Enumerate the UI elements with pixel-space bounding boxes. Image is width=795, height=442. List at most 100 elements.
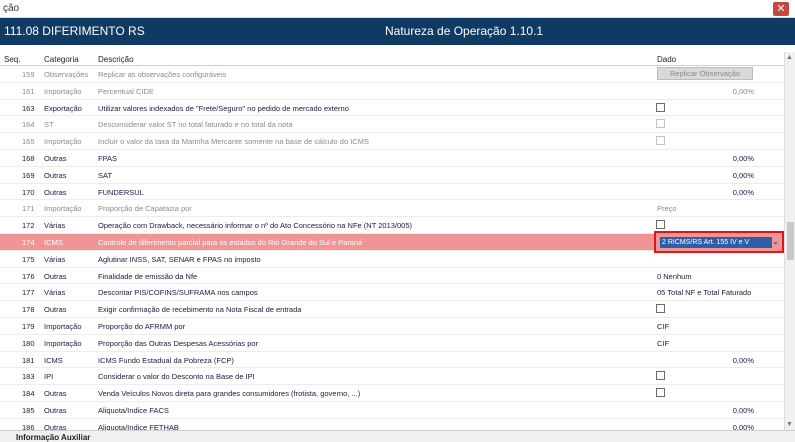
cell-categoria: Observações [44, 70, 89, 79]
cell-descricao: Utilizar valores indexados de "Frete/Seg… [98, 103, 349, 113]
col-categoria[interactable]: Categoria [44, 55, 79, 64]
cell-seq: 174 [22, 237, 35, 247]
cell-descricao: Proporção de Capatazia por [98, 204, 192, 214]
cell-categoria: Outras [44, 187, 67, 197]
app-window: ção ✕ 111.08 DIFERIMENTO RS Natureza de … [0, 0, 795, 442]
cell-dado: 0,00% [732, 355, 754, 365]
table-row[interactable]: 179 Importação Proporção do AFRMM por CIF [0, 318, 784, 335]
cell-descricao: Proporção das Outras Despesas Acessórias… [98, 338, 259, 348]
table-row[interactable]: 180 Importação Proporção das Outras Despes… [0, 335, 784, 352]
table-row[interactable]: 161 Importação Percentual CIDE 0,00% [0, 83, 784, 100]
table-row[interactable]: 178 Outras Exigir confirmação de recebimen… [0, 301, 784, 318]
cell-dado: 0,00% [732, 422, 754, 430]
table-row[interactable]: 163 Exportação Utilizar valores indexados … [0, 100, 784, 117]
col-seq[interactable]: Seq. [4, 55, 20, 64]
cell-descricao: FPAS [98, 153, 118, 163]
table-row[interactable]: 177 Várias Descontar PIS/COFINS/SUFRAMA no… [0, 284, 784, 302]
cell-descricao: Aglutinar INSS, SAT, SENAR e FPAS no imp… [98, 254, 261, 264]
diferimento-select[interactable]: 2 RICMS/RS Art. 155 IV e V [660, 236, 772, 248]
table-row[interactable]: 176 Outras Finalidade de emissão da Nfe 0 N… [0, 268, 784, 285]
table-row[interactable]: 170 Outras FUNDERSUL 0,00% [0, 184, 784, 201]
grid-rows: 159 Observações Replicar as observações co… [0, 66, 784, 430]
cell-seq: 178 [22, 305, 35, 315]
cell-seq: 177 [22, 288, 35, 298]
cell-categoria: Várias [44, 221, 66, 231]
cell-descricao: Controle de diferimento parcial para os … [98, 237, 363, 247]
cell-dado: 0,00% [732, 405, 754, 415]
table-row[interactable]: 186 Outras Aliquota/Indice FETHAB 0,00% [0, 419, 784, 430]
cell-categoria: Exportação [44, 103, 82, 113]
column-header: Seq. Categoria Descrição Dado [0, 52, 784, 66]
cell-seq: 179 [22, 321, 35, 331]
table-row[interactable]: 185 Outras Aliquota/Indice FACS 0,00% [0, 402, 784, 419]
dado-checkbox [656, 119, 665, 129]
dado-checkbox[interactable] [656, 371, 665, 381]
cell-dado: 0,00% [732, 86, 754, 96]
cell-dado: 05 Total NF e Total Faturado [657, 288, 752, 298]
cell-seq: 170 [22, 187, 35, 197]
cell-seq: 184 [22, 389, 35, 399]
cell-categoria: IPI [44, 372, 54, 382]
cell-categoria: ICMS [44, 355, 63, 365]
cell-seq: 175 [22, 254, 35, 264]
cell-categoria: Importação [44, 321, 82, 331]
close-icon[interactable]: ✕ [773, 2, 789, 16]
scroll-thumb[interactable] [787, 222, 794, 260]
cell-descricao: Replicar as observações configuráveis [98, 70, 227, 79]
table-row[interactable]: 168 Outras FPAS 0,00% [0, 150, 784, 167]
cell-categoria: Outras [44, 271, 67, 281]
cell-dado: CIF [657, 321, 670, 331]
cell-categoria: Várias [44, 288, 66, 298]
cell-descricao: Proporção do AFRMM por [98, 321, 186, 331]
table-row[interactable]: 174 ICMS Controle de diferimento parcial p… [0, 230, 784, 253]
table-row[interactable]: 184 Outras Venda Veículos Novos direta par… [0, 385, 784, 402]
replicar-observacao-button: Replicar Observação [657, 67, 753, 80]
cell-categoria: Outras [44, 153, 67, 163]
cell-descricao: ICMS Fundo Estadual da Pobreza (FCP) [98, 355, 234, 365]
cell-descricao: Venda Veículos Novos direta para grandes… [98, 389, 361, 399]
table-row[interactable]: 169 Outras SAT 0,00% [0, 167, 784, 184]
cell-seq: 163 [22, 103, 35, 113]
table-row[interactable]: 171 Importação Proporção de Capatazia por P… [0, 200, 784, 218]
cell-descricao: Percentual CIDE [98, 86, 154, 96]
cell-seq: 171 [22, 204, 35, 214]
operation-code: 111.08 DIFERIMENTO RS [4, 24, 145, 38]
dado-checkbox[interactable] [656, 388, 665, 398]
cell-categoria: ST [44, 120, 54, 130]
info-auxiliar-label: Informação Auxiliar [16, 433, 91, 442]
table-row[interactable]: 165 Importação Incluir o valor da taxa da … [0, 133, 784, 150]
cell-descricao: SAT [98, 170, 113, 180]
dado-checkbox [656, 136, 665, 146]
cell-seq: 183 [22, 372, 35, 382]
cell-categoria: Outras [44, 305, 67, 315]
cell-categoria: Importação [44, 137, 82, 147]
diferimento-combo-highlight[interactable]: 2 RICMS/RS Art. 155 IV e V ⌄ [654, 230, 784, 253]
dado-checkbox[interactable] [656, 102, 665, 112]
title-bar: ção ✕ [0, 0, 795, 18]
cell-dado: CIF [657, 338, 670, 348]
cell-categoria: ICMS [44, 237, 63, 247]
table-row[interactable]: 181 ICMS ICMS Fundo Estadual da Pobreza (F… [0, 352, 784, 369]
cell-seq: 165 [22, 137, 35, 147]
cell-dado: 0,00% [732, 170, 754, 180]
dado-checkbox[interactable] [656, 304, 665, 314]
dado-checkbox[interactable] [656, 220, 665, 230]
table-row[interactable]: 164 ST Desconsiderar valor ST no total fat… [0, 116, 784, 134]
cell-descricao: Aliquota/Indice FACS [98, 405, 169, 415]
cell-dado: Preço [657, 204, 677, 214]
scroll-down-icon[interactable]: ▼ [786, 421, 793, 428]
natureza-title: Natureza de Operação 1.10.1 [385, 24, 544, 38]
cell-categoria: Outras [44, 422, 67, 430]
chevron-down-icon[interactable]: ⌄ [772, 237, 779, 246]
table-row[interactable]: 159 Observações Replicar as observações co… [0, 66, 784, 83]
cell-categoria: Importação [44, 86, 82, 96]
col-descricao[interactable]: Descrição [98, 55, 134, 64]
cell-descricao: Finalidade de emissão da Nfe [98, 271, 198, 281]
scroll-up-icon[interactable]: ▲ [786, 54, 793, 61]
table-row[interactable]: 183 IPI Considerar o valor do Desconto na … [0, 368, 784, 386]
cell-seq: 181 [22, 355, 35, 365]
cell-descricao: Considerar o valor do Desconto na Base d… [98, 372, 255, 382]
vertical-scrollbar[interactable]: ▲ ▼ [784, 52, 795, 430]
table-row[interactable]: 175 Várias Aglutinar INSS, SAT, SENAR e FP… [0, 251, 784, 268]
col-dado[interactable]: Dado [657, 55, 676, 64]
